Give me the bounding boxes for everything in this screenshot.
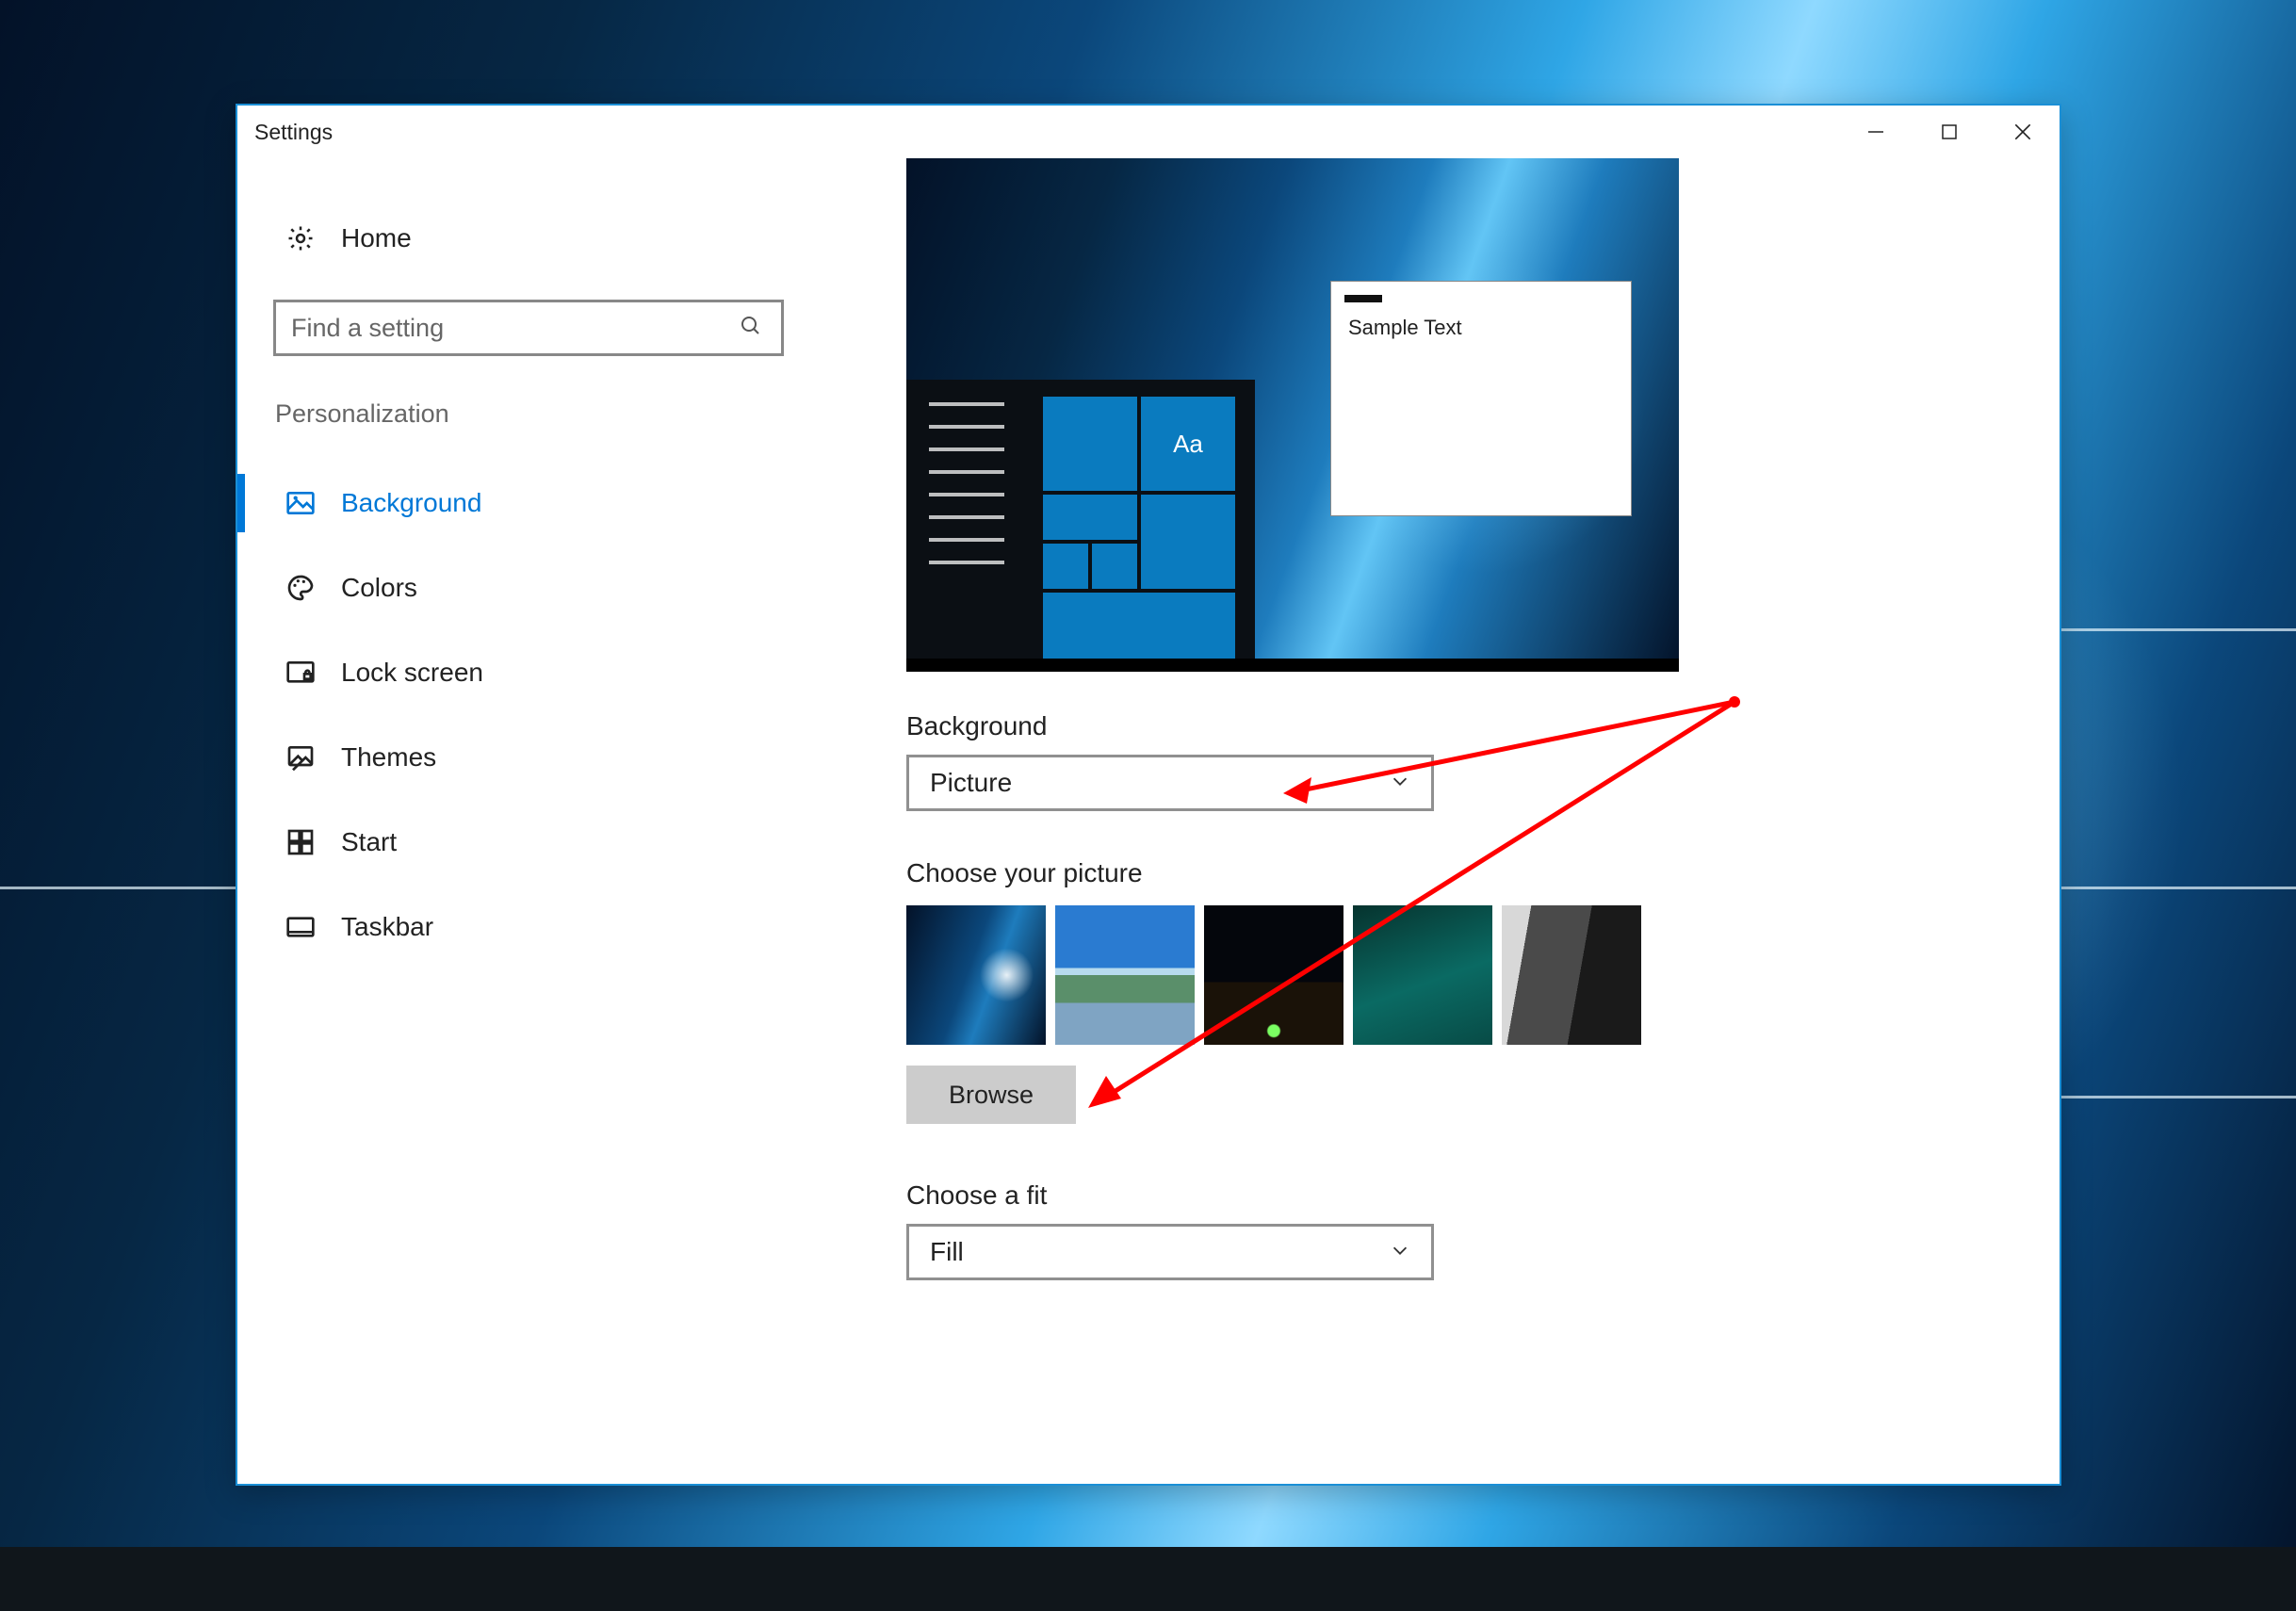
themes-icon <box>285 741 317 773</box>
sidebar-item-themes[interactable]: Themes <box>237 715 812 800</box>
sidebar: Home Find a setting Personalization Back… <box>237 158 812 1484</box>
sidebar-item-label: Taskbar <box>341 912 433 942</box>
preview-start-menu: Aa <box>906 380 1255 672</box>
minimize-button[interactable] <box>1839 106 1913 158</box>
close-button[interactable] <box>1986 106 2060 158</box>
choose-picture-label: Choose your picture <box>906 858 2060 888</box>
fit-dropdown[interactable]: Fill <box>906 1224 1434 1280</box>
preview-sample-text: Sample Text <box>1331 316 1631 340</box>
section-label: Personalization <box>237 399 812 429</box>
preview-tile-aa: Aa <box>1141 397 1235 491</box>
browse-label: Browse <box>949 1081 1034 1110</box>
picture-thumbnail[interactable] <box>1204 905 1343 1045</box>
picture-thumbnail[interactable] <box>906 905 1046 1045</box>
background-value: Picture <box>930 768 1012 798</box>
window-controls <box>1839 106 2060 158</box>
chevron-down-icon <box>1390 1240 1410 1265</box>
picture-thumbnail[interactable] <box>1502 905 1641 1045</box>
sidebar-item-start[interactable]: Start <box>237 800 812 885</box>
maximize-button[interactable] <box>1913 106 1986 158</box>
start-icon <box>285 826 317 858</box>
fit-value: Fill <box>930 1237 964 1267</box>
picture-icon <box>285 487 317 519</box>
sidebar-item-label: Themes <box>341 742 436 773</box>
sidebar-item-lockscreen[interactable]: Lock screen <box>237 630 812 715</box>
home-button[interactable]: Home <box>237 205 812 271</box>
sidebar-item-label: Start <box>341 827 397 857</box>
background-dropdown[interactable]: Picture <box>906 755 1434 811</box>
sidebar-item-colors[interactable]: Colors <box>237 545 812 630</box>
chevron-down-icon <box>1390 771 1410 796</box>
sidebar-item-taskbar[interactable]: Taskbar <box>237 885 812 969</box>
content: Aa Sample Text Background Picture <box>812 158 2060 1484</box>
search-placeholder: Find a setting <box>291 314 444 343</box>
preview-menu-lines <box>929 402 1004 583</box>
gear-icon <box>285 222 317 254</box>
picture-thumbnail[interactable] <box>1353 905 1492 1045</box>
background-label: Background <box>906 711 2060 741</box>
search-icon <box>740 315 762 342</box>
preview-sample-window: Sample Text <box>1330 281 1632 516</box>
preview-taskbar <box>906 659 1679 672</box>
taskbar-icon <box>285 911 317 943</box>
choose-fit-label: Choose a fit <box>906 1180 2060 1211</box>
settings-window: Settings Home <box>236 104 2061 1486</box>
desktop-background: Settings Home <box>0 0 2296 1611</box>
home-label: Home <box>341 223 412 253</box>
browse-button[interactable]: Browse <box>906 1066 1076 1124</box>
desktop-preview: Aa Sample Text <box>906 158 1679 672</box>
sidebar-item-background[interactable]: Background <box>237 461 812 545</box>
lockscreen-icon <box>285 657 317 689</box>
picture-thumbnail[interactable] <box>1055 905 1195 1045</box>
taskbar[interactable] <box>0 1547 2296 1611</box>
sidebar-item-label: Colors <box>341 573 417 603</box>
window-title: Settings <box>254 120 333 145</box>
titlebar: Settings <box>237 106 2060 158</box>
sidebar-item-label: Lock screen <box>341 658 483 688</box>
search-input[interactable]: Find a setting <box>273 300 784 356</box>
picture-thumbnails <box>906 905 2060 1045</box>
palette-icon <box>285 572 317 604</box>
sidebar-item-label: Background <box>341 488 481 518</box>
